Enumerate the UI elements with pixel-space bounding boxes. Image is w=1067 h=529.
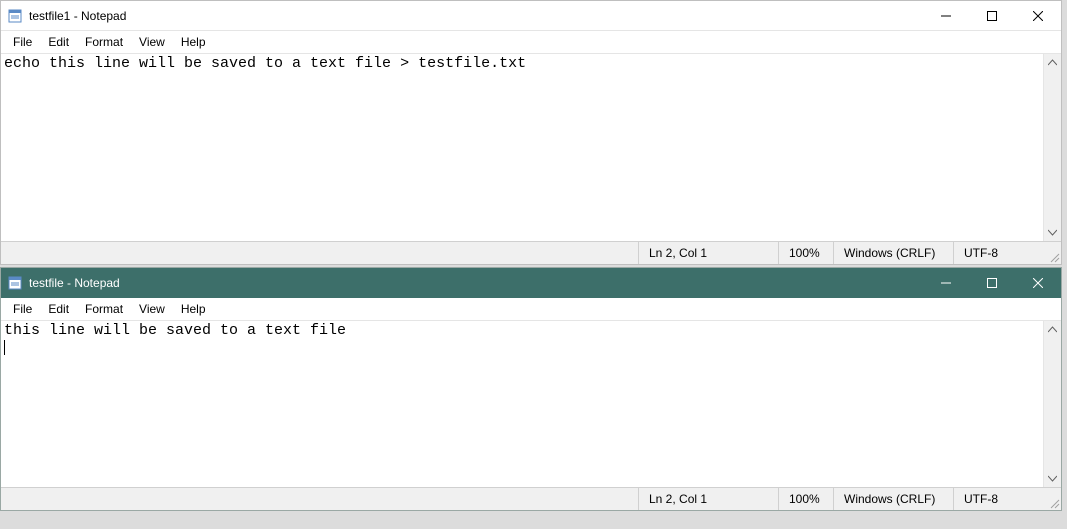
status-encoding: UTF-8 bbox=[954, 488, 1044, 510]
menu-edit[interactable]: Edit bbox=[40, 300, 77, 318]
status-lncol: Ln 2, Col 1 bbox=[639, 242, 779, 264]
title-bar[interactable]: testfile1 - Notepad bbox=[1, 1, 1061, 31]
scroll-up-icon[interactable] bbox=[1044, 54, 1061, 71]
vertical-scrollbar[interactable] bbox=[1043, 321, 1061, 487]
text-editor[interactable]: this line will be saved to a text file bbox=[1, 321, 1043, 487]
status-bar: Ln 2, Col 1 100% Windows (CRLF) UTF-8 bbox=[1, 241, 1061, 264]
text-content: this line will be saved to a text file bbox=[4, 322, 346, 339]
notepad-icon bbox=[7, 275, 23, 291]
maximize-button[interactable] bbox=[969, 1, 1015, 31]
minimize-button[interactable] bbox=[923, 1, 969, 31]
resize-grip[interactable] bbox=[1044, 488, 1061, 510]
editor-area: this line will be saved to a text file bbox=[1, 321, 1061, 487]
notepad-window-1: testfile1 - Notepad File Edit Format Vie… bbox=[0, 0, 1062, 265]
menu-bar: File Edit Format View Help bbox=[1, 298, 1061, 321]
status-encoding: UTF-8 bbox=[954, 242, 1044, 264]
notepad-window-2: testfile - Notepad File Edit Format View… bbox=[0, 267, 1062, 511]
window-title: testfile1 - Notepad bbox=[29, 9, 126, 23]
menu-format[interactable]: Format bbox=[77, 33, 131, 51]
status-lncol: Ln 2, Col 1 bbox=[639, 488, 779, 510]
status-eol: Windows (CRLF) bbox=[834, 488, 954, 510]
resize-grip[interactable] bbox=[1044, 242, 1061, 264]
menu-file[interactable]: File bbox=[5, 33, 40, 51]
scroll-down-icon[interactable] bbox=[1044, 224, 1061, 241]
title-bar[interactable]: testfile - Notepad bbox=[1, 268, 1061, 298]
status-zoom: 100% bbox=[779, 488, 834, 510]
menu-format[interactable]: Format bbox=[77, 300, 131, 318]
menu-edit[interactable]: Edit bbox=[40, 33, 77, 51]
notepad-icon bbox=[7, 8, 23, 24]
close-button[interactable] bbox=[1015, 1, 1061, 31]
maximize-button[interactable] bbox=[969, 268, 1015, 298]
window-title: testfile - Notepad bbox=[29, 276, 120, 290]
editor-area: echo this line will be saved to a text f… bbox=[1, 54, 1061, 241]
scroll-down-icon[interactable] bbox=[1044, 470, 1061, 487]
menu-file[interactable]: File bbox=[5, 300, 40, 318]
text-editor[interactable]: echo this line will be saved to a text f… bbox=[1, 54, 1043, 241]
menu-view[interactable]: View bbox=[131, 300, 173, 318]
status-zoom: 100% bbox=[779, 242, 834, 264]
scroll-up-icon[interactable] bbox=[1044, 321, 1061, 338]
menu-help[interactable]: Help bbox=[173, 33, 214, 51]
vertical-scrollbar[interactable] bbox=[1043, 54, 1061, 241]
text-content: echo this line will be saved to a text f… bbox=[4, 55, 526, 72]
text-cursor bbox=[4, 340, 5, 355]
menu-help[interactable]: Help bbox=[173, 300, 214, 318]
close-button[interactable] bbox=[1015, 268, 1061, 298]
minimize-button[interactable] bbox=[923, 268, 969, 298]
status-eol: Windows (CRLF) bbox=[834, 242, 954, 264]
status-bar: Ln 2, Col 1 100% Windows (CRLF) UTF-8 bbox=[1, 487, 1061, 510]
menu-bar: File Edit Format View Help bbox=[1, 31, 1061, 54]
menu-view[interactable]: View bbox=[131, 33, 173, 51]
